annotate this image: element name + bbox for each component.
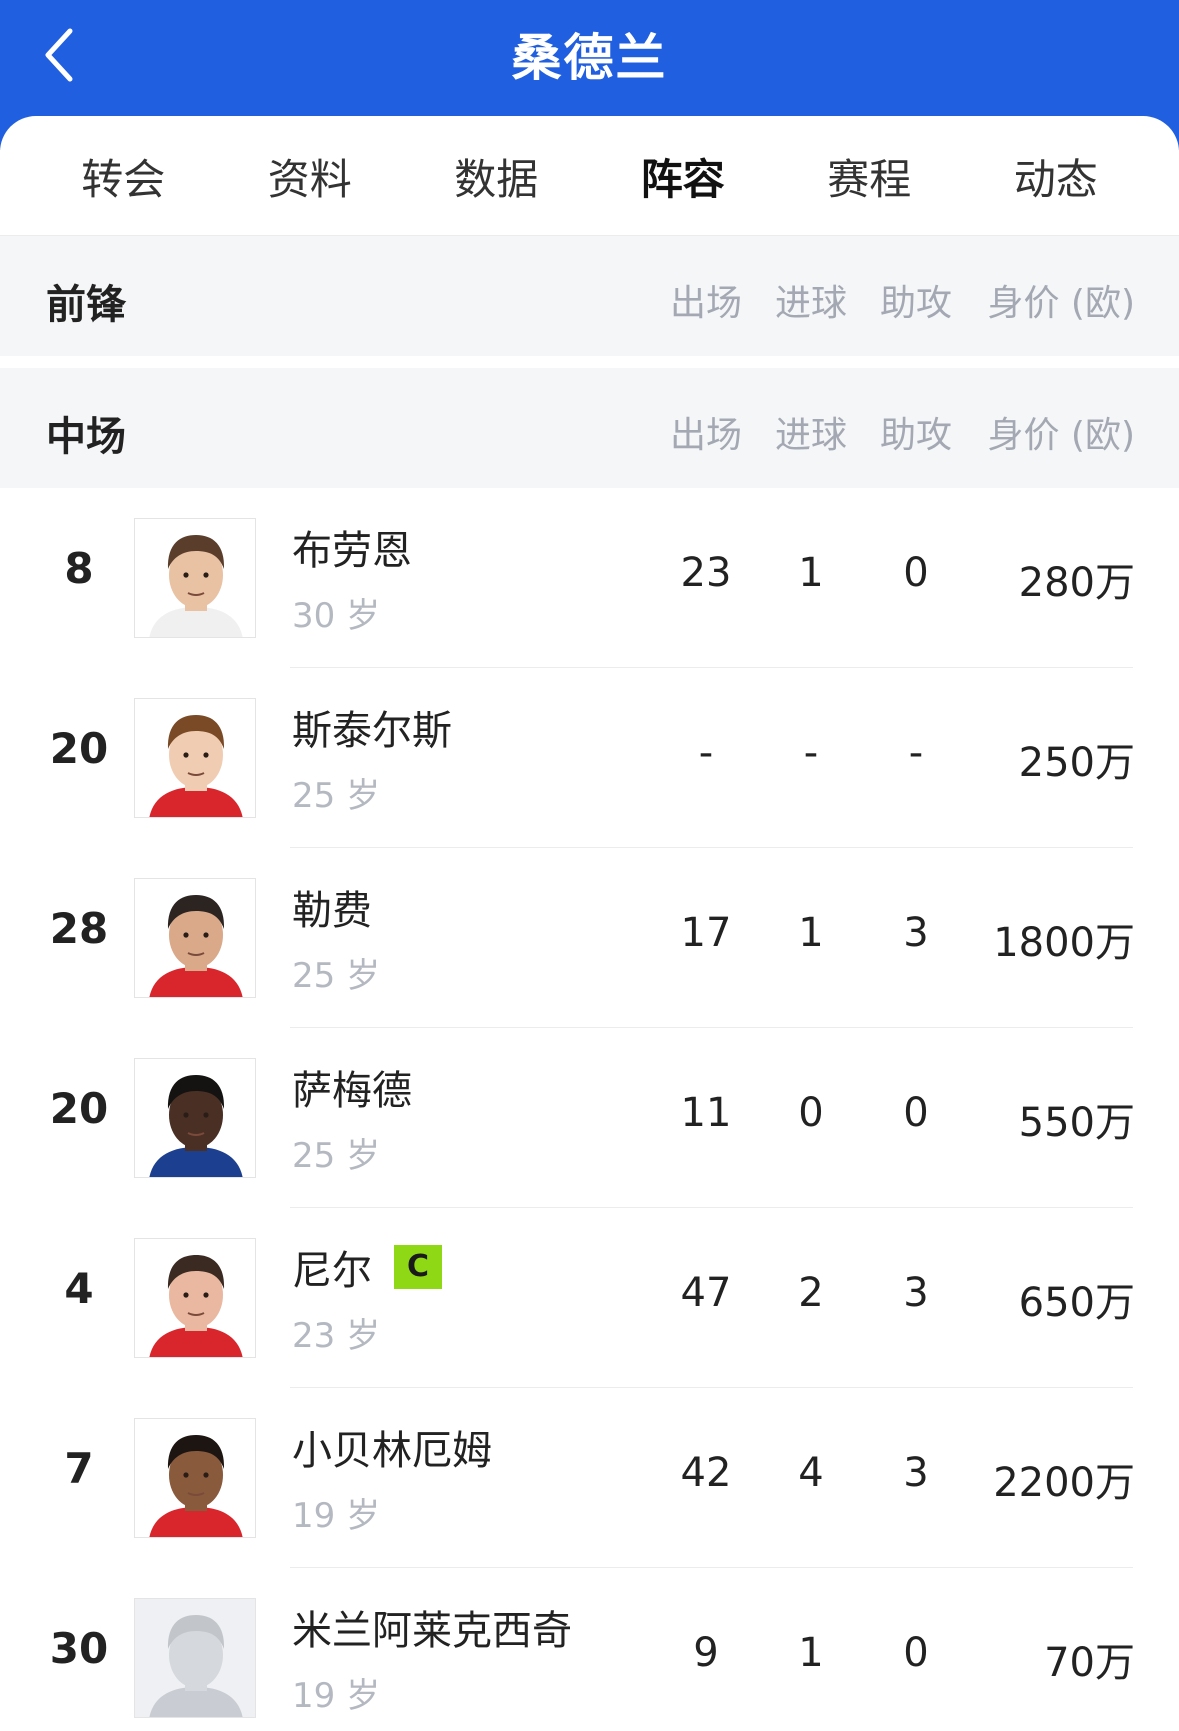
- tab-squad-label: 阵容: [640, 154, 725, 204]
- stat-market-value: 550万: [1018, 1100, 1135, 1146]
- player-age: 23 岁: [292, 1316, 381, 1356]
- player-name: 斯泰尔斯: [292, 708, 452, 754]
- stat-apps: 42: [680, 1450, 732, 1496]
- player-age: 25 岁: [292, 776, 381, 816]
- player-name: 勒费: [292, 888, 372, 934]
- stat-apps: -: [698, 730, 714, 776]
- player-row[interactable]: 28 勒费 25 岁 17 1 3 1800万: [0, 848, 1179, 1028]
- tab-info[interactable]: 资料: [230, 146, 390, 207]
- jersey-number: 20: [49, 724, 109, 773]
- player-name: 米兰阿莱克西奇: [292, 1608, 572, 1654]
- player-name-line: 布劳恩: [292, 518, 412, 576]
- tab-bar: 转会 资料 数据 阵容 赛程 动态: [0, 116, 1179, 249]
- stat-market-value: 70万: [1044, 1640, 1135, 1686]
- player-avatar: [134, 698, 256, 818]
- player-name-line: 小贝林厄姆: [292, 1418, 492, 1476]
- captain-badge: C: [394, 1245, 442, 1289]
- column-header-assists: 助攻: [879, 283, 952, 324]
- stat-goals: 1: [798, 1630, 824, 1676]
- page-title: 桑德兰: [511, 29, 668, 87]
- tab-transfers[interactable]: 转会: [43, 146, 203, 207]
- stat-market-value: 250万: [1018, 740, 1135, 786]
- player-row[interactable]: 7 小贝林厄姆 19 岁 42 4 3 2200万: [0, 1388, 1179, 1568]
- stat-market-value: 1800万: [993, 920, 1135, 966]
- stat-market-value: 2200万: [993, 1460, 1135, 1506]
- column-header-value: 身价 (欧): [987, 283, 1135, 324]
- column-header-assists: 助攻: [879, 415, 952, 456]
- stat-apps: 23: [680, 550, 732, 596]
- player-name-line: 勒费: [292, 878, 372, 936]
- player-name: 尼尔: [292, 1248, 372, 1294]
- player-avatar: [134, 518, 256, 638]
- player-avatar: [134, 1238, 256, 1358]
- stat-goals: 2: [798, 1270, 824, 1316]
- player-row[interactable]: 30 米兰阿莱克西奇 19 岁 9 1 0 70万: [0, 1568, 1179, 1731]
- column-header-apps: 出场: [669, 415, 742, 456]
- tab-squad[interactable]: 阵容: [603, 146, 763, 249]
- column-header-goals: 进球: [774, 283, 847, 324]
- player-name: 小贝林厄姆: [292, 1428, 492, 1474]
- section-header-midfield: 中场 出场 进球 助攻 身价 (欧): [0, 368, 1179, 488]
- player-avatar: [134, 878, 256, 998]
- column-header-apps: 出场: [669, 283, 742, 324]
- stat-goals: 4: [798, 1450, 824, 1496]
- tab-news[interactable]: 动态: [976, 146, 1136, 207]
- stat-apps: 11: [680, 1090, 732, 1136]
- player-age: 25 岁: [292, 956, 381, 996]
- player-age: 30 岁: [292, 596, 381, 636]
- stat-goals: 1: [798, 550, 824, 596]
- stat-goals: -: [803, 730, 819, 776]
- player-row[interactable]: 8 布劳恩 30 岁 23 1 0 280万: [0, 488, 1179, 668]
- player-avatar: [134, 1058, 256, 1178]
- jersey-number: 20: [49, 1084, 109, 1133]
- stat-goals: 1: [798, 910, 824, 956]
- tab-stats[interactable]: 数据: [416, 146, 576, 207]
- player-row[interactable]: 4 尼尔 C 23 岁 47 2 3 650万: [0, 1208, 1179, 1388]
- column-header-goals: 进球: [774, 415, 847, 456]
- stat-apps: 17: [680, 910, 732, 956]
- section-title: 中场: [46, 414, 126, 460]
- section-title: 前锋: [46, 282, 126, 328]
- player-name-line: 尼尔 C: [292, 1238, 442, 1296]
- stat-goals: 0: [798, 1090, 824, 1136]
- stat-apps: 9: [693, 1630, 719, 1676]
- jersey-number: 28: [49, 904, 109, 953]
- stat-market-value: 280万: [1018, 560, 1135, 606]
- player-age: 19 岁: [292, 1676, 381, 1716]
- jersey-number: 7: [64, 1444, 94, 1493]
- player-age: 19 岁: [292, 1496, 381, 1536]
- player-name: 萨梅德: [292, 1068, 412, 1114]
- jersey-number: 30: [49, 1624, 109, 1673]
- player-name: 布劳恩: [292, 528, 412, 574]
- player-row[interactable]: 20 萨梅德 25 岁 11 0 0 550万: [0, 1028, 1179, 1208]
- player-name-line: 萨梅德: [292, 1058, 412, 1116]
- player-avatar: [134, 1418, 256, 1538]
- player-name-line: 米兰阿莱克西奇: [292, 1598, 572, 1656]
- jersey-number: 4: [64, 1264, 94, 1313]
- player-age: 25 岁: [292, 1136, 381, 1176]
- player-avatar: [134, 1598, 256, 1718]
- stat-apps: 47: [680, 1270, 732, 1316]
- player-name-line: 斯泰尔斯: [292, 698, 452, 756]
- stat-market-value: 650万: [1018, 1280, 1135, 1326]
- jersey-number: 8: [64, 544, 94, 593]
- column-header-value: 身价 (欧): [987, 415, 1135, 456]
- player-row[interactable]: 20 斯泰尔斯 25 岁 - - - 250万: [0, 668, 1179, 848]
- section-header-forwards: 前锋 出场 进球 助攻 身价 (欧): [0, 236, 1179, 356]
- tab-schedule[interactable]: 赛程: [789, 146, 949, 207]
